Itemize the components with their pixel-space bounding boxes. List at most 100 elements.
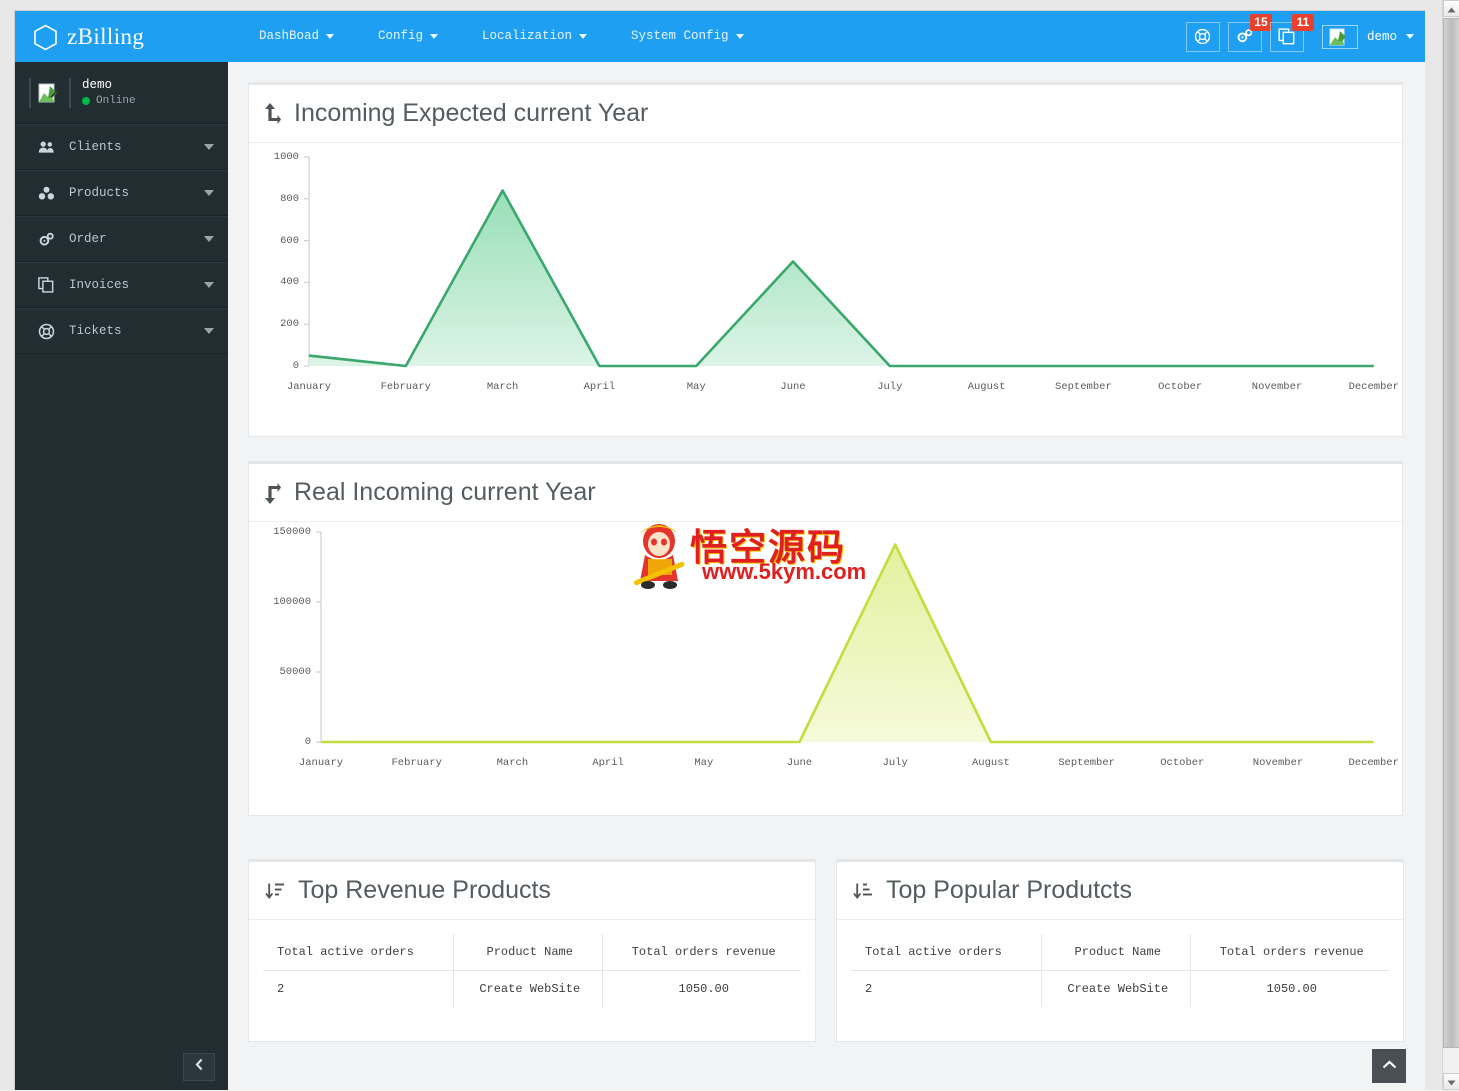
y-axis-tick-label: 150000 xyxy=(273,526,311,538)
cell-product-name: Create WebSite xyxy=(453,970,603,1007)
x-axis-tick-label: September xyxy=(1055,381,1112,393)
sidebar-item-label: Invoices xyxy=(69,278,130,292)
settings-button[interactable]: 15 xyxy=(1227,13,1272,52)
sidebar-item-label: Tickets xyxy=(69,324,122,338)
support-button[interactable] xyxy=(1185,21,1220,52)
x-axis-tick-label: May xyxy=(686,381,706,393)
card-header: Incoming Expected current Year xyxy=(249,85,1402,143)
x-axis-tick-label: May xyxy=(694,757,714,769)
user-menu-label: demo xyxy=(1366,29,1397,44)
cell-total-active-orders: 2 xyxy=(263,970,454,1007)
column-header-product-name: Product Name xyxy=(1041,934,1191,971)
scrollbar-thumb[interactable] xyxy=(1443,18,1459,1048)
gears-icon xyxy=(37,232,55,247)
table-row[interactable]: 2 Create WebSite 1050.00 xyxy=(851,970,1389,1007)
y-axis-tick-label: 200 xyxy=(280,318,299,330)
card-title: Incoming Expected current Year xyxy=(294,99,649,127)
arrow-up-level-icon xyxy=(265,102,281,125)
sidebar-item-clients[interactable]: Clients xyxy=(15,124,228,170)
sort-amount-asc-icon xyxy=(853,881,873,901)
sidebar-item-tickets[interactable]: Tickets xyxy=(15,308,228,354)
scrollbar-down-button[interactable] xyxy=(1443,1073,1459,1090)
nav-item-dashboad[interactable]: DashBoad xyxy=(237,11,356,62)
users-icon xyxy=(37,140,55,154)
sidebar-item-order[interactable]: Order xyxy=(15,216,228,262)
card-title: Real Incoming current Year xyxy=(294,478,596,506)
image-placeholder-icon xyxy=(1329,28,1346,45)
table-row[interactable]: 2 Create WebSite 1050.00 xyxy=(263,970,801,1007)
cell-total-active-orders: 2 xyxy=(851,970,1042,1007)
chevron-down-icon xyxy=(204,190,214,196)
y-axis-tick-label: 0 xyxy=(304,736,311,748)
nav-item-system-config[interactable]: System Config xyxy=(609,11,766,62)
sidebar-collapse-button[interactable] xyxy=(183,1053,215,1081)
sidebar-item-label: Clients xyxy=(69,140,122,154)
x-axis-tick-label: April xyxy=(583,381,616,393)
x-axis-tick-label: January xyxy=(298,757,344,769)
x-axis-tick-label: October xyxy=(1158,381,1203,393)
x-axis-tick-label: August xyxy=(967,381,1006,393)
sidebar-item-invoices[interactable]: Invoices xyxy=(15,262,228,308)
table-header-row: Total active orders Product Name Total o… xyxy=(263,934,801,971)
chevron-down-icon xyxy=(204,282,214,288)
chart-real-incoming[interactable]: 150000 100000 50000 0 January February M… xyxy=(249,522,1402,816)
chevron-down-icon xyxy=(430,34,439,39)
y-axis-tick-label: 400 xyxy=(280,276,299,288)
sort-amount-desc-icon xyxy=(265,881,285,901)
x-axis-tick-label: November xyxy=(1252,757,1304,769)
top-popular-table: Total active orders Product Name Total o… xyxy=(851,934,1389,1007)
chevron-up-icon xyxy=(1382,1057,1397,1075)
nav-item-localization[interactable]: Localization xyxy=(460,11,609,62)
user-menu[interactable]: demo xyxy=(1321,24,1414,49)
top-navbar: zBilling DashBoad Config Localization Sy… xyxy=(15,11,1425,62)
page-viewport: zBilling DashBoad Config Localization Sy… xyxy=(14,10,1425,1090)
x-axis-tick-label: June xyxy=(780,381,806,393)
x-axis-tick-label: July xyxy=(877,381,903,393)
sidebar-user-status: Online xyxy=(82,95,136,107)
y-axis-tick-label: 50000 xyxy=(279,666,311,678)
chevron-down-icon xyxy=(1406,34,1414,39)
nav-item-label: DashBoad xyxy=(259,29,320,43)
card-top-popular-products: Top Popular Produtcts Total active order… xyxy=(836,859,1404,1042)
chevron-down-icon xyxy=(204,328,214,334)
x-axis-tick-label: December xyxy=(1348,381,1399,393)
card-incoming-expected: Incoming Expected current Year 1000 800 … xyxy=(248,82,1403,437)
x-axis-tick-label: September xyxy=(1058,757,1115,769)
nav-item-config[interactable]: Config xyxy=(356,11,460,62)
top-revenue-table: Total active orders Product Name Total o… xyxy=(263,934,801,1007)
y-axis-tick-label: 800 xyxy=(280,193,299,205)
x-axis-tick-label: January xyxy=(286,381,332,393)
sidebar-item-label: Products xyxy=(69,186,130,200)
sidebar-user-status-label: Online xyxy=(96,95,136,107)
chevron-down-icon xyxy=(579,34,588,39)
cell-total-orders-revenue: 1050.00 xyxy=(1266,982,1317,996)
sidebar-user-panel[interactable]: demo Online xyxy=(15,62,228,124)
x-axis-tick-label: April xyxy=(592,757,624,769)
navbar-actions: 15 11 demo xyxy=(1185,11,1414,62)
column-header-total-active-orders: Total active orders xyxy=(851,934,1042,971)
sidebar: demo Online Clients Products Order Invoi… xyxy=(15,62,228,1090)
brand-logo[interactable]: zBilling xyxy=(33,20,144,54)
life-ring-icon xyxy=(37,323,55,340)
column-header-total-active-orders: Total active orders xyxy=(263,934,454,971)
x-axis-tick-label: February xyxy=(391,757,442,769)
column-header-total-orders-revenue: Total orders revenue xyxy=(1190,934,1389,971)
card-header: Top Popular Produtcts xyxy=(837,862,1403,920)
x-axis-tick-label: June xyxy=(786,757,813,769)
nav-item-label: System Config xyxy=(631,29,729,43)
sidebar-item-products[interactable]: Products xyxy=(15,170,228,216)
triangle-up-icon xyxy=(1447,0,1456,18)
scroll-to-top-button[interactable] xyxy=(1372,1049,1406,1083)
chevron-down-icon xyxy=(735,34,744,39)
scrollbar-up-button[interactable] xyxy=(1443,0,1459,17)
vertical-scrollbar[interactable] xyxy=(1442,0,1459,1090)
card-title: Top Revenue Products xyxy=(298,876,551,904)
invoices-button[interactable]: 11 xyxy=(1269,13,1314,52)
settings-badge: 15 xyxy=(1249,13,1272,31)
online-status-dot xyxy=(82,97,90,105)
y-axis-tick-label: 1000 xyxy=(273,151,299,163)
copy-icon xyxy=(37,277,55,293)
sidebar-avatar xyxy=(29,77,71,108)
nav-item-label: Localization xyxy=(482,29,573,43)
chart-incoming-expected[interactable]: 1000 800 600 400 200 0 January February … xyxy=(249,143,1402,437)
